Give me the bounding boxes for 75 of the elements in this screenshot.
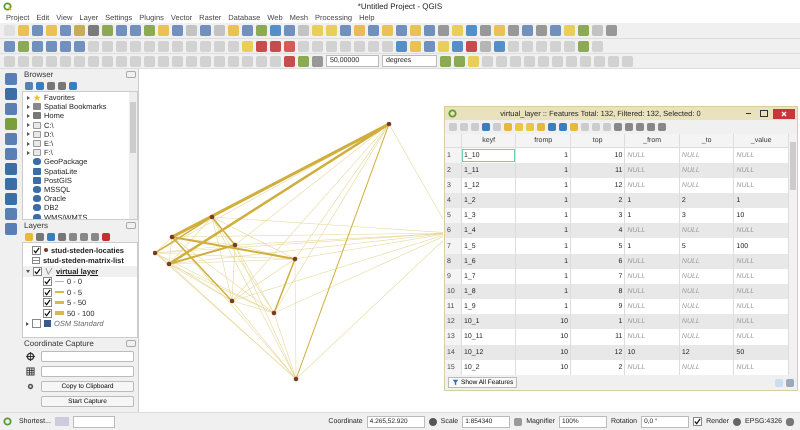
toolbar-icon[interactable] [424, 25, 435, 36]
class-checkbox[interactable] [43, 277, 52, 286]
layer-checkbox[interactable] [33, 266, 42, 276]
locator-button[interactable] [54, 417, 69, 426]
toolbar-icon[interactable] [440, 56, 451, 66]
toolbar-icon[interactable] [74, 40, 85, 52]
maximize-button[interactable] [757, 108, 771, 118]
toolbar-icon[interactable] [116, 25, 127, 36]
crosshair-icon[interactable] [26, 352, 35, 361]
toolbar-icon[interactable] [298, 56, 309, 66]
toolbar-icon[interactable] [270, 40, 281, 52]
toolbar-icon[interactable] [452, 40, 463, 52]
expand-arrow-icon[interactable] [26, 322, 29, 326]
locator-field[interactable] [72, 416, 115, 428]
class-checkbox[interactable] [43, 288, 52, 297]
app-logo-icon [3, 2, 12, 10]
toolbar-icon[interactable] [200, 25, 211, 36]
coordinate-field[interactable] [41, 366, 134, 377]
toolbar-icon[interactable] [284, 40, 295, 52]
line-layer-icon [45, 267, 53, 276]
class-checkbox[interactable] [43, 298, 52, 308]
toolbar-icon[interactable] [172, 25, 183, 36]
expand-arrow-icon[interactable] [26, 270, 30, 273]
app-logo-icon [3, 417, 12, 426]
toolbar-icon[interactable] [494, 40, 505, 52]
toolbar-icon[interactable] [466, 40, 477, 52]
filter-icon [452, 379, 459, 386]
toolbar-icon[interactable] [256, 40, 267, 52]
panel-title: Browser [24, 70, 54, 79]
render-checkbox[interactable] [693, 417, 702, 426]
toolbar-icon[interactable] [578, 40, 589, 52]
close-button[interactable] [773, 108, 795, 118]
toolbar-icon[interactable] [32, 25, 43, 36]
toolbar-icon[interactable] [284, 56, 295, 66]
layer-checkbox[interactable] [32, 319, 41, 328]
toolbar-icon[interactable] [396, 40, 407, 52]
toolbar-icon[interactable] [88, 25, 99, 36]
class-checkbox[interactable] [43, 308, 52, 318]
form-view-icon[interactable] [775, 378, 783, 386]
scrollbar[interactable] [129, 92, 137, 219]
toolbar-icon[interactable] [60, 25, 71, 36]
toolbar-icon[interactable] [4, 40, 15, 52]
window-title: *Untitled Project - QGIS [356, 2, 444, 10]
toolbar-icon[interactable] [396, 25, 407, 36]
toolbar-icon[interactable] [424, 40, 435, 52]
toolbar-icon[interactable] [340, 25, 351, 36]
toolbar-icon[interactable] [5, 193, 17, 205]
toolbar-icon[interactable] [284, 25, 295, 36]
table-icon [32, 257, 40, 264]
toolbar-icon[interactable] [466, 25, 477, 36]
coordinate-field[interactable] [41, 351, 134, 362]
point-symbol-icon [44, 248, 48, 252]
toolbar-icon[interactable] [312, 56, 323, 66]
toolbar-icon[interactable] [454, 56, 465, 66]
app-logo-icon [448, 109, 457, 118]
toolbar-icon[interactable] [5, 178, 17, 190]
panel-title: Coordinate Capture [24, 339, 94, 348]
panel-title: Layers [24, 221, 48, 230]
toolbar-icon[interactable] [46, 40, 57, 52]
toolbar-icon[interactable] [60, 40, 71, 52]
toolbar-icon[interactable] [5, 88, 17, 100]
database-icon [33, 158, 41, 166]
toolbar-icon[interactable] [18, 40, 29, 52]
toolbar-icon[interactable] [32, 40, 43, 52]
toolbar-icon[interactable] [5, 163, 17, 175]
toolbar-icon[interactable] [550, 25, 561, 36]
toolbar-icon[interactable] [522, 25, 533, 36]
toolbar-icon[interactable] [270, 25, 281, 36]
table-view-icon[interactable] [786, 378, 794, 386]
toolbar-icon[interactable] [242, 25, 253, 36]
toolbar-icon[interactable] [368, 25, 379, 36]
raster-icon [44, 320, 51, 328]
grid-icon[interactable] [26, 367, 35, 376]
toolbar-icon[interactable] [130, 25, 141, 36]
layer-checkbox[interactable] [32, 246, 41, 255]
